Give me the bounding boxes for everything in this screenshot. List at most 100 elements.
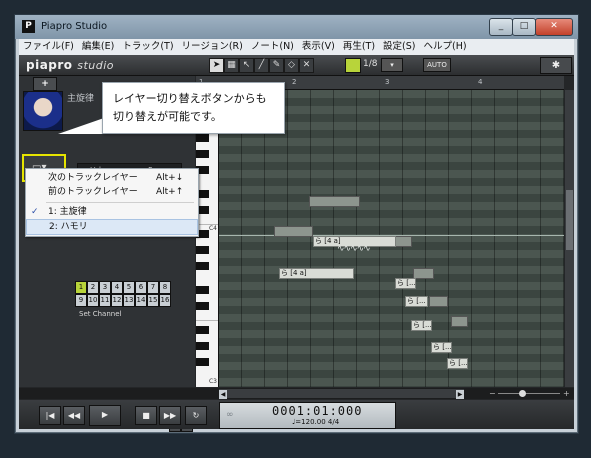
menu-file[interactable]: ファイル(F) <box>19 39 78 54</box>
horizontal-scrollbar[interactable]: ◀ ▶ <box>219 389 464 399</box>
stop-icon[interactable]: ■ <box>135 406 157 425</box>
scroll-left-icon[interactable]: ◀ <box>219 390 227 399</box>
app-logo-icon: P <box>22 20 35 33</box>
link-icon: ∞ <box>226 410 234 420</box>
piapro-logo: piapro studio <box>26 58 115 72</box>
close-button[interactable]: ✕ <box>535 18 573 36</box>
channel-label: Set Channel <box>79 310 122 318</box>
line-tool-icon[interactable]: ╱ <box>254 58 269 73</box>
toolbar: piapro studio ➤ ▦ ↖ ╱ ✎ ◇ ✕ 1/8 ▾ AUTO ✱ <box>19 55 574 76</box>
channel-button[interactable]: 1 <box>75 281 87 294</box>
horizontal-scroll-bar: ◀ ▶ − + <box>19 388 574 399</box>
note[interactable]: ら [... <box>431 342 452 353</box>
quantize-icon[interactable] <box>345 58 361 73</box>
eraser-tool-icon[interactable]: ◇ <box>284 58 299 73</box>
channel-button[interactable]: 10 <box>87 294 99 307</box>
menu-item-layer-1[interactable]: ✓ 1: 主旋律 <box>26 205 196 219</box>
note[interactable]: ら [... <box>447 358 468 369</box>
menu-item-shortcut: Alt+↓ <box>156 173 184 183</box>
quantize-value[interactable]: 1/8 <box>363 59 377 69</box>
menu-track[interactable]: トラック(T) <box>118 39 177 54</box>
select-tool-icon[interactable]: ➤ <box>209 58 224 73</box>
settings-gear-icon[interactable]: ✱ <box>540 57 572 74</box>
vertical-scroll-thumb[interactable] <box>566 190 573 250</box>
ruler-mark: 2 <box>292 78 297 86</box>
menu-item-next-layer[interactable]: 次のトラックレイヤー Alt+↓ <box>26 171 196 185</box>
track-name: 主旋律 <box>67 94 95 104</box>
shadow-note <box>413 268 434 279</box>
menu-playback[interactable]: 再生(T) <box>339 39 379 54</box>
channel-button[interactable]: 11 <box>99 294 111 307</box>
vertical-scrollbar[interactable] <box>565 90 574 387</box>
singer-avatar[interactable] <box>23 91 63 131</box>
vibrato-mark: ∿∿∿∿∿ <box>337 244 371 254</box>
key-label-c3: C3 <box>208 378 217 385</box>
play-icon[interactable]: ▶ <box>89 405 121 426</box>
menu-item-prev-layer[interactable]: 前のトラックレイヤー Alt+↑ <box>26 185 196 199</box>
menu-item-label: 前のトラックレイヤー <box>48 187 138 197</box>
go-to-start-icon[interactable]: |◀ <box>39 406 61 425</box>
quantize-dropdown[interactable]: ▾ <box>381 58 403 72</box>
menu-help[interactable]: ヘルプ(H) <box>419 39 470 54</box>
menu-view[interactable]: 表示(V) <box>298 39 339 54</box>
channel-button[interactable]: 4 <box>111 281 123 294</box>
maximize-button[interactable]: □ <box>512 18 536 36</box>
channel-button[interactable]: 15 <box>147 294 159 307</box>
menu-item-label: 1: 主旋律 <box>48 207 87 217</box>
piano-keyboard[interactable]: C4 C3 <box>196 90 219 387</box>
menu-note[interactable]: ノート(N) <box>247 39 298 54</box>
channel-button[interactable]: 6 <box>135 281 147 294</box>
channel-button[interactable]: 14 <box>135 294 147 307</box>
note[interactable]: ら [... <box>395 278 416 289</box>
callout-line-2: 切り替えが可能です。 <box>113 110 222 123</box>
note[interactable]: ら [... <box>405 296 428 307</box>
minimize-button[interactable]: _ <box>489 18 513 36</box>
menu-region[interactable]: リージョン(R) <box>178 39 247 54</box>
layer-context-menu: 次のトラックレイヤー Alt+↓ 前のトラックレイヤー Alt+↑ ✓ 1: 主… <box>25 168 199 237</box>
shadow-note <box>429 296 448 307</box>
channel-button[interactable]: 13 <box>123 294 135 307</box>
menu-bar: ファイル(F) 編集(E) トラック(T) リージョン(R) ノート(N) 表示(V) 再生… <box>19 39 574 56</box>
menu-item-layer-2[interactable]: 2: ハモリ <box>26 219 198 235</box>
window-title: Piapro Studio <box>41 21 108 32</box>
rewind-icon[interactable]: ◀◀ <box>63 406 85 425</box>
checkmark-icon: ✓ <box>31 207 39 217</box>
shadow-note <box>451 316 468 327</box>
shadow-note <box>274 226 313 237</box>
position-display: ∞ 0001:01:000 ♩=120.00 4/4 <box>219 402 396 429</box>
channel-button[interactable]: 5 <box>123 281 135 294</box>
tempo-readout: ♩=120.00 4/4 <box>292 418 340 426</box>
zoom-knob[interactable] <box>519 390 526 397</box>
delete-tool-icon[interactable]: ✕ <box>299 58 314 73</box>
note[interactable]: ら [... <box>411 320 432 331</box>
piano-roll-grid[interactable]: ら [4 a] ∿∿∿∿∿ ら [4 a] ら [... ら [... ら [.… <box>219 90 564 387</box>
channel-button[interactable]: 12 <box>111 294 123 307</box>
callout-annotation: レイヤー切り替えボタンからも 切り替えが可能です。 <box>102 82 285 134</box>
ruler-mark: 4 <box>478 78 483 86</box>
channel-button[interactable]: 3 <box>99 281 111 294</box>
channel-button[interactable]: 7 <box>147 281 159 294</box>
menu-item-label: 2: ハモリ <box>49 222 88 232</box>
scroll-right-icon[interactable]: ▶ <box>456 390 464 399</box>
menu-item-shortcut: Alt+↑ <box>156 187 184 197</box>
fast-forward-icon[interactable]: ▶▶ <box>159 406 181 425</box>
channel-button[interactable]: 8 <box>159 281 171 294</box>
zoom-slider[interactable]: − + <box>489 389 570 398</box>
shadow-note <box>309 196 360 207</box>
menu-edit[interactable]: 編集(E) <box>78 39 118 54</box>
pointer-tool-icon[interactable]: ↖ <box>239 58 254 73</box>
callout-line-1: レイヤー切り替えボタンからも <box>113 92 267 105</box>
channel-button[interactable]: 9 <box>75 294 87 307</box>
channel-button[interactable]: 16 <box>159 294 171 307</box>
auto-button[interactable]: AUTO <box>423 58 451 72</box>
callout-pointer <box>58 118 104 134</box>
menu-separator <box>46 202 194 203</box>
menu-settings[interactable]: 設定(S) <box>379 39 419 54</box>
note[interactable]: ら [4 a] <box>279 268 354 279</box>
transport-bar: |◀ ◀◀ ▶ ■ ▶▶ ↻ ∞ 0001:01:000 ♩=120.00 4/… <box>19 400 574 429</box>
channel-button[interactable]: 2 <box>87 281 99 294</box>
add-track-button[interactable]: + <box>33 77 57 91</box>
range-select-icon[interactable]: ▦ <box>224 58 239 73</box>
loop-icon[interactable]: ↻ <box>185 406 207 425</box>
pencil-tool-icon[interactable]: ✎ <box>269 58 284 73</box>
